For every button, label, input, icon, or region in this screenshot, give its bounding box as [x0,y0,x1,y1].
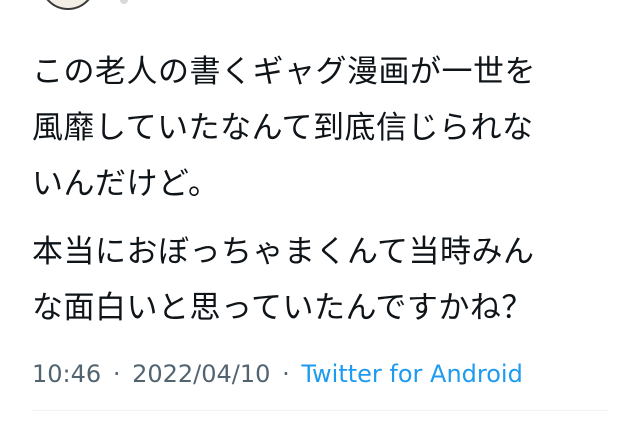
tweet-line: 風靡していたなんて到底信じられな [32,110,534,146]
tweet-paragraph: この老人の書くギャグ漫画が一世を 風靡していたなんて到底信じられな いんだけど。 [32,44,612,212]
meta-separator: · [282,360,290,388]
tweet-line: 本当におぼっちゃまくんて当時みん [32,234,535,270]
tweet-metadata: 10:46 · 2022/04/10 · Twitter for Android [32,356,523,392]
tweet-line: この老人の書くギャグ漫画が一世を [32,54,536,90]
meta-separator: · [112,360,121,388]
avatar[interactable] [40,0,96,10]
tweet-time[interactable]: 10:46 [32,360,101,388]
tweet-text: この老人の書くギャグ漫画が一世を 風靡していたなんて到底信じられな いんだけど。… [32,44,612,336]
tweet-paragraph: 本当におぼっちゃまくんて当時みん な面白いと思っていたんですかね？ [32,224,612,336]
tweet-line: いんだけど。 [32,166,220,202]
tweet-line: な面白いと思っていたんですかね？ [32,290,533,326]
tweet-source-link[interactable]: Twitter for Android [301,360,522,388]
divider [32,410,608,411]
avatar-badge-icon [120,0,128,4]
tweet-date[interactable]: 2022/04/10 [132,360,270,388]
